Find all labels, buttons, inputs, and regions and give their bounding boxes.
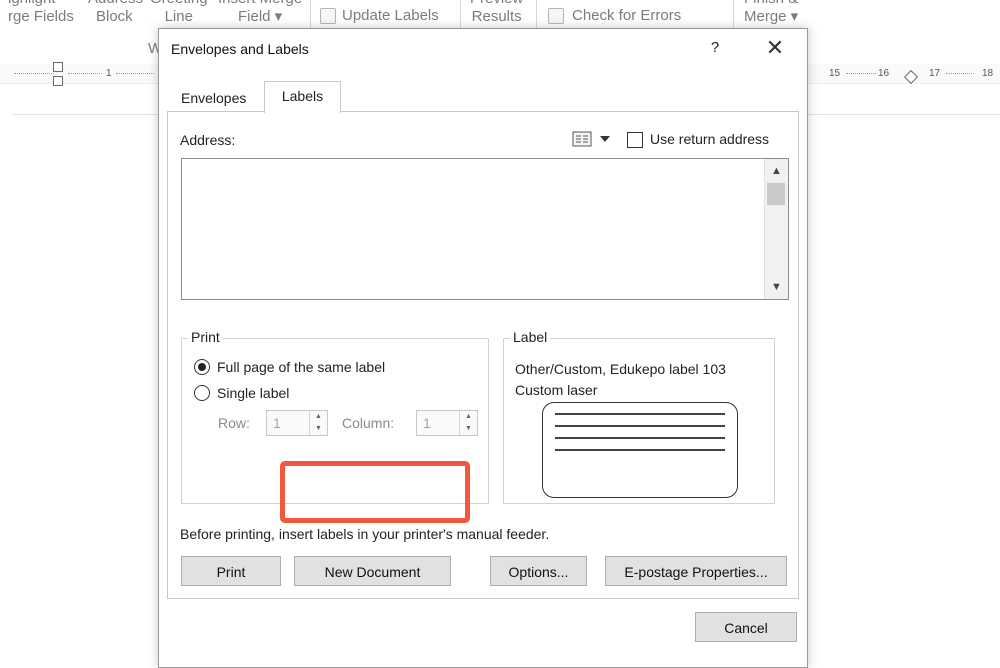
label-preview-line: [555, 437, 725, 439]
scroll-down-icon[interactable]: ▼: [765, 277, 788, 297]
print-group-legend: Print: [188, 329, 223, 345]
address-textarea[interactable]: ▲ ▼: [181, 158, 789, 300]
ruler-number: 1: [106, 68, 112, 79]
scroll-thumb[interactable]: [767, 183, 785, 205]
update-labels-icon: [320, 8, 336, 24]
ruler-number: 17: [929, 68, 941, 79]
use-return-address-checkbox[interactable]: [627, 132, 643, 148]
cancel-button[interactable]: Cancel: [695, 612, 797, 642]
indent-marker-icon[interactable]: [53, 62, 63, 72]
label-preview-image[interactable]: [542, 402, 738, 498]
column-label: Column:: [342, 415, 395, 431]
printer-feed-note: Before printing, insert labels in your p…: [180, 526, 550, 542]
spin-up-icon[interactable]: ▲: [310, 411, 327, 423]
new-document-highlight: [280, 461, 470, 523]
column-spinner[interactable]: 1 ▲ ▼: [416, 410, 478, 436]
use-return-address-label: Use return address: [650, 131, 770, 147]
ribbon-label: Finish &: [744, 0, 798, 8]
row-spinner-buttons: ▲ ▼: [309, 411, 327, 435]
single-label-label: Single label: [217, 385, 290, 401]
label-preview-line: [555, 425, 725, 427]
address-book-icon[interactable]: [572, 131, 592, 147]
options-button[interactable]: Options...: [490, 556, 587, 586]
ribbon-label: Block: [96, 8, 133, 25]
ribbon-label: Greeting: [150, 0, 208, 8]
dialog-title: Envelopes and Labels: [171, 41, 309, 57]
ruler-ticks: [946, 73, 974, 75]
label-type-line: Custom laser: [515, 382, 598, 398]
check-for-errors-button[interactable]: Check for Errors: [572, 7, 681, 25]
ribbon-label: ighlight: [8, 0, 74, 8]
spin-down-icon[interactable]: ▼: [460, 423, 477, 435]
address-scrollbar[interactable]: ▲ ▼: [764, 159, 788, 299]
label-preview-line: [555, 413, 725, 415]
ribbon-label: rge Fields: [8, 8, 74, 25]
close-icon[interactable]: ✕: [763, 36, 787, 60]
column-spinner-buttons: ▲ ▼: [459, 411, 477, 435]
address-block-button[interactable]: Address Block: [88, 0, 143, 26]
ribbon-label: Insert Merge: [218, 0, 302, 8]
ribbon-label: Results: [471, 8, 522, 25]
ribbon-label: Preview: [470, 0, 523, 8]
highlight-merge-fields-button[interactable]: ighlight rge Fields: [8, 0, 74, 26]
check-for-errors-icon: [548, 8, 564, 24]
label-vendor-line: Other/Custom, Edukepo label 103: [515, 361, 726, 377]
envelopes-and-labels-dialog: Envelopes and Labels ? ✕ Envelopes Label…: [158, 28, 808, 668]
scroll-up-icon[interactable]: ▲: [765, 161, 788, 181]
row-spinner[interactable]: 1 ▲ ▼: [266, 410, 328, 436]
ribbon-label: Merge ▾: [744, 8, 799, 25]
help-icon[interactable]: ?: [707, 39, 723, 59]
row-value: 1: [273, 415, 281, 431]
ruler-number: 15: [829, 68, 841, 79]
right-indent-marker-icon[interactable]: [903, 69, 919, 85]
row-label: Row:: [218, 415, 250, 431]
finish-merge-button[interactable]: Finish & Merge ▾: [744, 0, 798, 26]
chevron-down-icon[interactable]: [600, 136, 610, 142]
ruler-ticks: [68, 73, 102, 75]
ruler-ticks: [116, 73, 154, 75]
single-label-radio[interactable]: [194, 385, 210, 401]
ruler-number: 16: [878, 68, 890, 79]
preview-results-button[interactable]: Preview Results: [470, 0, 523, 26]
left-indent-marker-icon[interactable]: [53, 76, 63, 86]
new-document-button[interactable]: New Document: [294, 556, 451, 586]
label-group-legend: Label: [510, 329, 551, 345]
tab-labels[interactable]: Labels: [264, 81, 341, 113]
spin-down-icon[interactable]: ▼: [310, 423, 327, 435]
label-product-name[interactable]: Other/Custom, Edukepo label 103 Custom l…: [515, 359, 726, 401]
labels-tab-panel: Address: Use return address ▲ ▼ Print Fu…: [167, 111, 799, 599]
full-page-radio[interactable]: [194, 359, 210, 375]
column-value: 1: [423, 415, 431, 431]
ruler-ticks: [846, 73, 876, 75]
label-info-group[interactable]: Label Other/Custom, Edukepo label 103 Cu…: [503, 329, 775, 504]
ribbon-label: Address: [88, 0, 143, 8]
label-preview-line: [555, 449, 725, 451]
insert-merge-field-button[interactable]: Insert Merge Field ▾: [218, 0, 302, 26]
greeting-line-button[interactable]: Greeting Line: [150, 0, 208, 26]
spin-up-icon[interactable]: ▲: [460, 411, 477, 423]
ruler-number: 18: [982, 68, 994, 79]
ribbon-label: Field ▾: [237, 8, 283, 25]
address-label: Address:: [180, 132, 236, 148]
update-labels-button[interactable]: Update Labels: [342, 7, 439, 25]
ribbon-label: Line: [164, 8, 193, 25]
print-button[interactable]: Print: [181, 556, 281, 586]
epostage-properties-button[interactable]: E-postage Properties...: [605, 556, 787, 586]
full-page-label: Full page of the same label: [217, 359, 386, 375]
ruler-ticks: [14, 73, 54, 75]
